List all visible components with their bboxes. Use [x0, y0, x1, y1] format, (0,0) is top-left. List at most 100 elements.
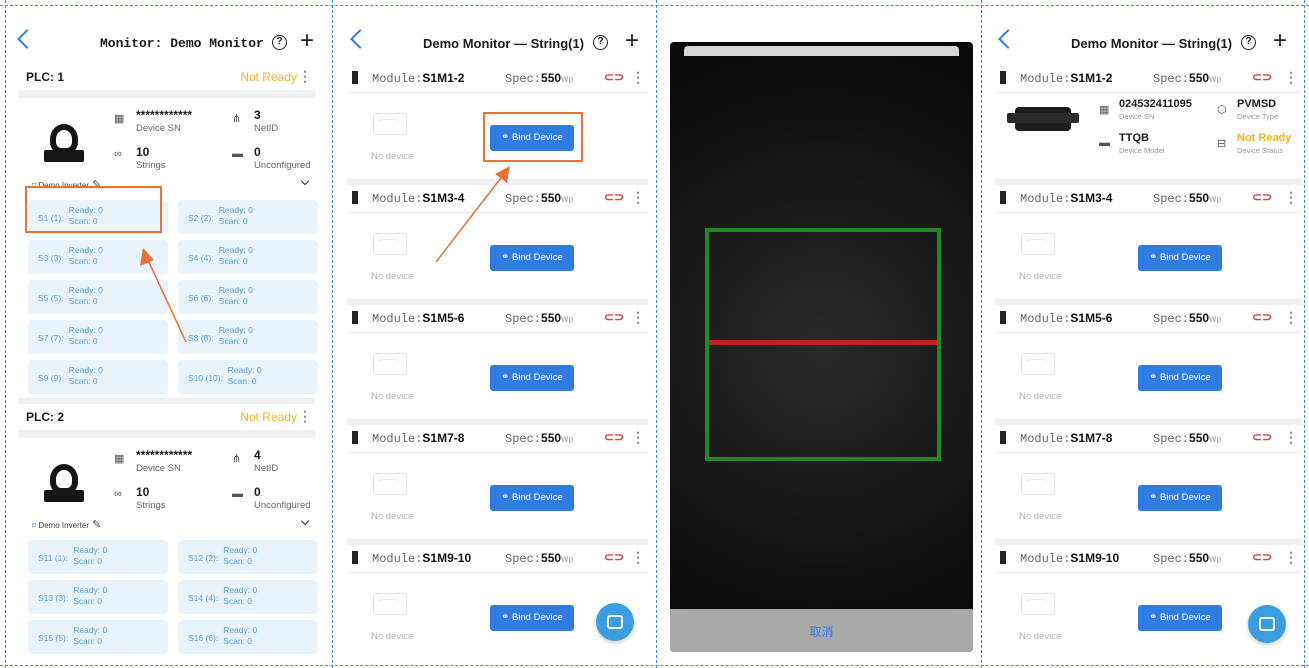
cancel-bar[interactable]: 取消	[670, 609, 973, 652]
unbind-icon[interactable]: ⊂⊃	[1252, 190, 1272, 204]
help-icon[interactable]: ?	[1241, 35, 1256, 50]
nav-bar: Demo Monitor — String(1)? +	[333, 28, 656, 60]
spec-value: 550	[1189, 191, 1210, 205]
more-icon[interactable]: ⋮	[631, 429, 645, 446]
string-item[interactable]: S14 (4): Ready: 0 Scan: 0	[178, 580, 318, 614]
string-item[interactable]: S3 (3): Ready: 0 Scan: 0	[28, 240, 168, 274]
edit-icon[interactable]: ✎	[89, 519, 101, 531]
bind-device-button[interactable]: ⚭ Bind Device	[490, 245, 574, 271]
scan-fab-button[interactable]	[596, 603, 634, 641]
unbind-icon[interactable]: ⊂⊃	[1252, 70, 1272, 84]
bind-device-button[interactable]: ⚭ Bind Device	[1138, 245, 1222, 271]
add-icon[interactable]: +	[625, 29, 639, 53]
more-icon[interactable]: ⋮	[1284, 429, 1298, 446]
cancel-button[interactable]: 取消	[670, 623, 973, 640]
scan-fab-button[interactable]	[1248, 605, 1286, 643]
bind-device-button[interactable]: ⚭ Bind Device	[490, 605, 574, 631]
module-prefix: Module:	[372, 72, 423, 86]
module-header[interactable]: Module:S1M1-2 Spec:550Wp ⊂⊃ ⋮	[347, 65, 648, 91]
unbind-icon[interactable]: ⊂⊃	[604, 430, 624, 444]
unbind-icon[interactable]: ⊂⊃	[604, 70, 624, 84]
more-icon[interactable]: ⋮	[298, 68, 312, 85]
net-id-label: NetID	[254, 123, 279, 134]
help-icon[interactable]: ?	[272, 35, 287, 50]
bind-device-button[interactable]: ⚭ Bind Device	[1138, 365, 1222, 391]
add-icon[interactable]: +	[300, 29, 314, 53]
more-icon[interactable]: ⋮	[631, 189, 645, 206]
bind-device-button[interactable]: ⚭ Bind Device	[1138, 605, 1222, 631]
link-icon: ⚭	[1149, 492, 1160, 503]
more-icon[interactable]: ⋮	[1284, 309, 1298, 326]
more-icon[interactable]: ⋮	[298, 408, 312, 425]
more-icon[interactable]: ⋮	[631, 309, 645, 326]
string-item[interactable]: S15 (5): Ready: 0 Scan: 0	[28, 620, 168, 654]
more-icon[interactable]: ⋮	[1284, 549, 1298, 566]
no-device-label: No device	[1019, 391, 1062, 402]
string-item[interactable]: S5 (5): Ready: 0 Scan: 0	[28, 280, 168, 314]
back-icon[interactable]	[998, 29, 1018, 49]
more-icon[interactable]: ⋮	[631, 69, 645, 86]
unbind-icon[interactable]: ⊂⊃	[1252, 550, 1272, 564]
more-icon[interactable]: ⋮	[631, 549, 645, 566]
string-item[interactable]: S7 (7): Ready: 0 Scan: 0	[28, 320, 168, 354]
unbind-icon[interactable]: ⊂⊃	[1252, 430, 1272, 444]
module-header[interactable]: Module:S1M3-4 Spec:550Wp ⊂⊃ ⋮	[995, 185, 1301, 211]
string-item[interactable]: S4 (4): Ready: 0 Scan: 0	[178, 240, 318, 274]
inverter-icon: ▬	[232, 488, 243, 500]
more-icon[interactable]: ⋮	[1284, 189, 1298, 206]
string-item[interactable]: S11 (1): Ready: 0 Scan: 0	[28, 540, 168, 574]
chevron-down-icon[interactable]	[300, 176, 310, 186]
bind-device-button[interactable]: ⚭ Bind Device	[1138, 485, 1222, 511]
module-header[interactable]: Module:S1M1-2 Spec:550Wp ⊂⊃ ⋮	[995, 65, 1301, 91]
inverter-link[interactable]: ⌑ Demo Inverter ✎	[32, 518, 101, 531]
scanner-view[interactable]: 取消	[670, 42, 973, 652]
string-item[interactable]: S6 (6): Ready: 0 Scan: 0	[178, 280, 318, 314]
bind-device-button[interactable]: ⚭ Bind Device	[490, 485, 574, 511]
string-item[interactable]: S10 (10): Ready: 0 Scan: 0	[178, 360, 318, 394]
separator	[18, 90, 315, 98]
module-header[interactable]: Module:S1M3-4 Spec:550Wp ⊂⊃ ⋮	[347, 185, 648, 211]
unbind-icon[interactable]: ⊂⊃	[604, 550, 624, 564]
ready-count: Ready: 0	[218, 205, 253, 215]
module-prefix: Module:	[372, 192, 423, 206]
back-icon[interactable]	[350, 29, 370, 49]
scan-count: Scan: 0	[68, 256, 98, 266]
no-device-label: No device	[371, 631, 414, 642]
chevron-down-icon[interactable]	[300, 516, 310, 526]
string-item[interactable]: S16 (6): Ready: 0 Scan: 0	[178, 620, 318, 654]
link-icon: ⚭	[501, 612, 512, 623]
module-prefix: Module:	[372, 432, 423, 446]
frame-bottom	[0, 665, 1309, 666]
string-item[interactable]: S2 (2): Ready: 0 Scan: 0	[178, 200, 318, 234]
module-header[interactable]: Module:S1M7-8 Spec:550Wp ⊂⊃ ⋮	[347, 425, 648, 451]
string-item[interactable]: S12 (2): Ready: 0 Scan: 0	[178, 540, 318, 574]
unbind-icon[interactable]: ⊂⊃	[604, 310, 624, 324]
device-sn: ************	[136, 448, 193, 462]
string-item[interactable]: S13 (3): Ready: 0 Scan: 0	[28, 580, 168, 614]
module-prefix: Module:	[1020, 552, 1071, 566]
help-icon[interactable]: ?	[593, 35, 608, 50]
module-header[interactable]: Module:S1M9-10 Spec:550Wp ⊂⊃ ⋮	[995, 545, 1301, 571]
more-icon[interactable]: ⋮	[1284, 69, 1298, 86]
plc-header[interactable]: PLC: 2 Not Ready ⋮	[18, 406, 315, 430]
bind-label: Bind Device	[1159, 372, 1211, 383]
module-header[interactable]: Module:S1M5-6 Spec:550Wp ⊂⊃ ⋮	[995, 305, 1301, 331]
plc-header[interactable]: PLC: 1 Not Ready ⋮	[18, 66, 315, 90]
string-item[interactable]: S9 (9): Ready: 0 Scan: 0	[28, 360, 168, 394]
module-spec: Spec:550Wp	[505, 71, 573, 86]
ready-count: Ready: 0	[223, 545, 258, 555]
link-icon: ⚭	[1149, 612, 1160, 623]
module-header[interactable]: Module:S1M7-8 Spec:550Wp ⊂⊃ ⋮	[995, 425, 1301, 451]
string-item[interactable]: S8 (8): Ready: 0 Scan: 0	[178, 320, 318, 354]
unbind-icon[interactable]: ⊂⊃	[1252, 310, 1272, 324]
back-icon[interactable]	[17, 29, 37, 49]
inverter-icon: ▬	[232, 148, 243, 160]
bind-device-button[interactable]: ⚭ Bind Device	[490, 365, 574, 391]
unbind-icon[interactable]: ⊂⊃	[604, 190, 624, 204]
bind-label: Bind Device	[511, 252, 563, 263]
add-icon[interactable]: +	[1273, 29, 1287, 53]
module-header[interactable]: Module:S1M9-10 Spec:550Wp ⊂⊃ ⋮	[347, 545, 648, 571]
module-prefix: Module:	[1020, 432, 1071, 446]
module-header[interactable]: Module:S1M5-6 Spec:550Wp ⊂⊃ ⋮	[347, 305, 648, 331]
string-name: S10 (10):	[188, 373, 223, 383]
